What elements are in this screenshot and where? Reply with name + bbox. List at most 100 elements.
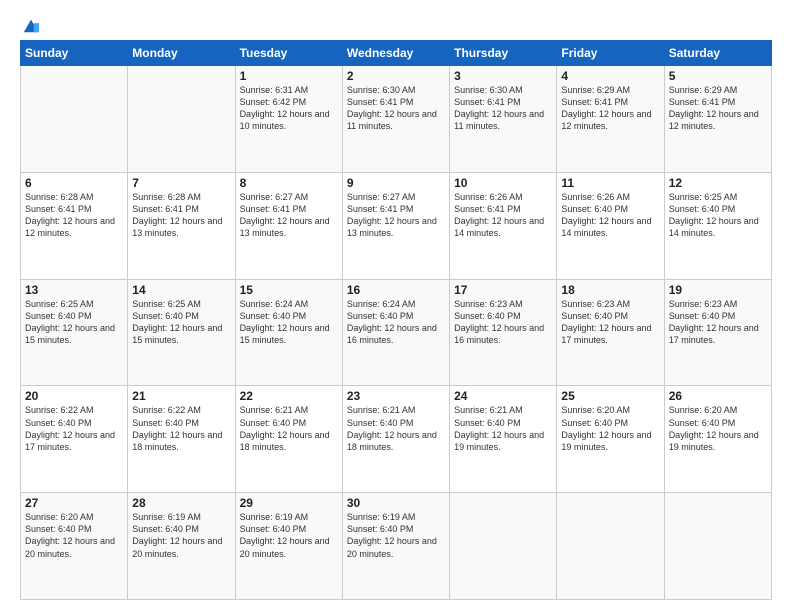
day-info: Sunrise: 6:27 AMSunset: 6:41 PMDaylight:… — [347, 191, 445, 240]
sunset-text: Sunset: 6:41 PM — [454, 96, 552, 108]
sunrise-text: Sunrise: 6:21 AM — [347, 404, 445, 416]
day-info: Sunrise: 6:22 AMSunset: 6:40 PMDaylight:… — [25, 404, 123, 453]
daylight-text: Daylight: 12 hours and 15 minutes. — [240, 322, 338, 346]
sunrise-text: Sunrise: 6:21 AM — [240, 404, 338, 416]
daylight-text: Daylight: 12 hours and 17 minutes. — [561, 322, 659, 346]
sunset-text: Sunset: 6:40 PM — [454, 417, 552, 429]
calendar-cell — [128, 66, 235, 173]
sunset-text: Sunset: 6:41 PM — [669, 96, 767, 108]
calendar-cell: 2Sunrise: 6:30 AMSunset: 6:41 PMDaylight… — [342, 66, 449, 173]
calendar-cell: 13Sunrise: 6:25 AMSunset: 6:40 PMDayligh… — [21, 279, 128, 386]
sunset-text: Sunset: 6:40 PM — [347, 417, 445, 429]
sunrise-text: Sunrise: 6:22 AM — [132, 404, 230, 416]
calendar-cell: 18Sunrise: 6:23 AMSunset: 6:40 PMDayligh… — [557, 279, 664, 386]
daylight-text: Daylight: 12 hours and 19 minutes. — [561, 429, 659, 453]
sunrise-text: Sunrise: 6:23 AM — [669, 298, 767, 310]
sunrise-text: Sunrise: 6:27 AM — [347, 191, 445, 203]
sunrise-text: Sunrise: 6:19 AM — [132, 511, 230, 523]
sunset-text: Sunset: 6:40 PM — [25, 417, 123, 429]
daylight-text: Daylight: 12 hours and 12 minutes. — [669, 108, 767, 132]
calendar-cell: 27Sunrise: 6:20 AMSunset: 6:40 PMDayligh… — [21, 493, 128, 600]
daylight-text: Daylight: 12 hours and 17 minutes. — [669, 322, 767, 346]
sunrise-text: Sunrise: 6:24 AM — [347, 298, 445, 310]
daylight-text: Daylight: 12 hours and 12 minutes. — [561, 108, 659, 132]
daylight-text: Daylight: 12 hours and 19 minutes. — [669, 429, 767, 453]
sunset-text: Sunset: 6:41 PM — [25, 203, 123, 215]
sunset-text: Sunset: 6:40 PM — [347, 310, 445, 322]
sunset-text: Sunset: 6:41 PM — [240, 203, 338, 215]
day-info: Sunrise: 6:28 AMSunset: 6:41 PMDaylight:… — [25, 191, 123, 240]
sunrise-text: Sunrise: 6:31 AM — [240, 84, 338, 96]
sunset-text: Sunset: 6:40 PM — [454, 310, 552, 322]
page: SundayMondayTuesdayWednesdayThursdayFrid… — [0, 0, 792, 612]
sunset-text: Sunset: 6:40 PM — [240, 523, 338, 535]
calendar-cell: 5Sunrise: 6:29 AMSunset: 6:41 PMDaylight… — [664, 66, 771, 173]
sunrise-text: Sunrise: 6:23 AM — [561, 298, 659, 310]
day-info: Sunrise: 6:19 AMSunset: 6:40 PMDaylight:… — [132, 511, 230, 560]
sunset-text: Sunset: 6:40 PM — [669, 417, 767, 429]
day-number: 2 — [347, 69, 445, 83]
sunset-text: Sunset: 6:40 PM — [25, 310, 123, 322]
day-number: 20 — [25, 389, 123, 403]
sunset-text: Sunset: 6:40 PM — [669, 310, 767, 322]
calendar-cell — [450, 493, 557, 600]
weekday-header-thursday: Thursday — [450, 41, 557, 66]
calendar-week-1: 6Sunrise: 6:28 AMSunset: 6:41 PMDaylight… — [21, 172, 772, 279]
sunrise-text: Sunrise: 6:22 AM — [25, 404, 123, 416]
day-number: 24 — [454, 389, 552, 403]
daylight-text: Daylight: 12 hours and 20 minutes. — [240, 535, 338, 559]
day-info: Sunrise: 6:29 AMSunset: 6:41 PMDaylight:… — [561, 84, 659, 133]
sunrise-text: Sunrise: 6:25 AM — [132, 298, 230, 310]
day-number: 21 — [132, 389, 230, 403]
day-number: 9 — [347, 176, 445, 190]
calendar-week-2: 13Sunrise: 6:25 AMSunset: 6:40 PMDayligh… — [21, 279, 772, 386]
day-number: 28 — [132, 496, 230, 510]
sunrise-text: Sunrise: 6:28 AM — [132, 191, 230, 203]
calendar-cell: 30Sunrise: 6:19 AMSunset: 6:40 PMDayligh… — [342, 493, 449, 600]
day-info: Sunrise: 6:25 AMSunset: 6:40 PMDaylight:… — [132, 298, 230, 347]
daylight-text: Daylight: 12 hours and 16 minutes. — [454, 322, 552, 346]
day-info: Sunrise: 6:19 AMSunset: 6:40 PMDaylight:… — [240, 511, 338, 560]
calendar-cell: 14Sunrise: 6:25 AMSunset: 6:40 PMDayligh… — [128, 279, 235, 386]
calendar-cell: 29Sunrise: 6:19 AMSunset: 6:40 PMDayligh… — [235, 493, 342, 600]
calendar-cell: 9Sunrise: 6:27 AMSunset: 6:41 PMDaylight… — [342, 172, 449, 279]
day-info: Sunrise: 6:27 AMSunset: 6:41 PMDaylight:… — [240, 191, 338, 240]
day-number: 18 — [561, 283, 659, 297]
day-number: 16 — [347, 283, 445, 297]
day-number: 22 — [240, 389, 338, 403]
day-number: 27 — [25, 496, 123, 510]
day-info: Sunrise: 6:26 AMSunset: 6:41 PMDaylight:… — [454, 191, 552, 240]
day-info: Sunrise: 6:20 AMSunset: 6:40 PMDaylight:… — [561, 404, 659, 453]
sunset-text: Sunset: 6:40 PM — [132, 417, 230, 429]
day-info: Sunrise: 6:23 AMSunset: 6:40 PMDaylight:… — [669, 298, 767, 347]
daylight-text: Daylight: 12 hours and 13 minutes. — [347, 215, 445, 239]
sunrise-text: Sunrise: 6:20 AM — [561, 404, 659, 416]
day-number: 14 — [132, 283, 230, 297]
day-number: 4 — [561, 69, 659, 83]
calendar-week-4: 27Sunrise: 6:20 AMSunset: 6:40 PMDayligh… — [21, 493, 772, 600]
sunrise-text: Sunrise: 6:20 AM — [669, 404, 767, 416]
calendar-cell: 24Sunrise: 6:21 AMSunset: 6:40 PMDayligh… — [450, 386, 557, 493]
calendar-cell: 3Sunrise: 6:30 AMSunset: 6:41 PMDaylight… — [450, 66, 557, 173]
day-info: Sunrise: 6:21 AMSunset: 6:40 PMDaylight:… — [347, 404, 445, 453]
daylight-text: Daylight: 12 hours and 10 minutes. — [240, 108, 338, 132]
calendar-week-3: 20Sunrise: 6:22 AMSunset: 6:40 PMDayligh… — [21, 386, 772, 493]
day-number: 13 — [25, 283, 123, 297]
daylight-text: Daylight: 12 hours and 16 minutes. — [347, 322, 445, 346]
sunset-text: Sunset: 6:41 PM — [454, 203, 552, 215]
daylight-text: Daylight: 12 hours and 12 minutes. — [25, 215, 123, 239]
day-info: Sunrise: 6:21 AMSunset: 6:40 PMDaylight:… — [240, 404, 338, 453]
calendar-cell: 16Sunrise: 6:24 AMSunset: 6:40 PMDayligh… — [342, 279, 449, 386]
calendar-cell: 7Sunrise: 6:28 AMSunset: 6:41 PMDaylight… — [128, 172, 235, 279]
daylight-text: Daylight: 12 hours and 14 minutes. — [561, 215, 659, 239]
calendar-cell: 20Sunrise: 6:22 AMSunset: 6:40 PMDayligh… — [21, 386, 128, 493]
sunset-text: Sunset: 6:41 PM — [347, 203, 445, 215]
day-info: Sunrise: 6:30 AMSunset: 6:41 PMDaylight:… — [347, 84, 445, 133]
sunrise-text: Sunrise: 6:29 AM — [561, 84, 659, 96]
day-number: 17 — [454, 283, 552, 297]
daylight-text: Daylight: 12 hours and 15 minutes. — [132, 322, 230, 346]
daylight-text: Daylight: 12 hours and 11 minutes. — [347, 108, 445, 132]
day-info: Sunrise: 6:24 AMSunset: 6:40 PMDaylight:… — [240, 298, 338, 347]
sunrise-text: Sunrise: 6:19 AM — [347, 511, 445, 523]
calendar-cell — [557, 493, 664, 600]
